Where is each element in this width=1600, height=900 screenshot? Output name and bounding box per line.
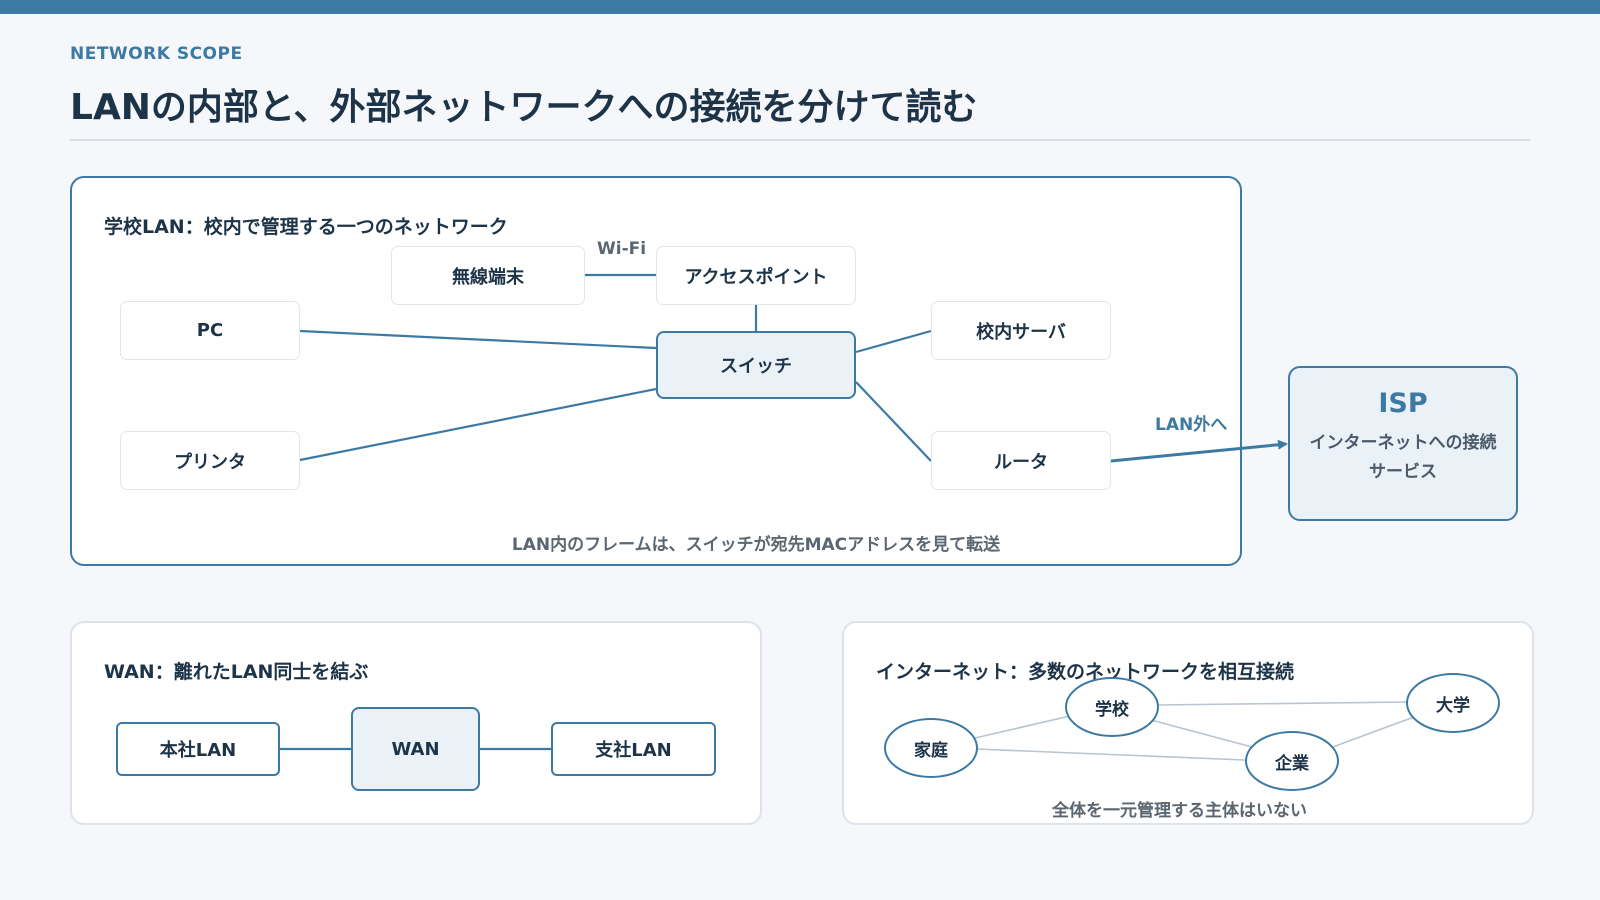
isp-description: インターネットへの接続サービス <box>1309 433 1497 482</box>
pc-switch-link <box>299 329 657 350</box>
home-school-link <box>974 715 1071 739</box>
branch-lan-node: 支社LAN <box>551 722 716 776</box>
company-university-link <box>1329 716 1415 749</box>
switch-node: スイッチ <box>656 331 856 399</box>
home-node: 家庭 <box>884 718 978 778</box>
school-server-node: 校内サーバ <box>931 301 1111 360</box>
isp-node: ISP インターネットへの接続サービス <box>1288 366 1518 521</box>
lan-out-label: LAN外へ <box>1155 415 1228 435</box>
printer-node: プリンタ <box>120 431 300 490</box>
switch-server-link <box>855 329 932 354</box>
pc-node: PC <box>120 301 300 360</box>
switch-router-link <box>855 381 932 462</box>
isp-title: ISP <box>1378 388 1428 419</box>
school-company-link <box>1150 719 1253 748</box>
printer-switch-link <box>299 387 657 462</box>
school-node: 学校 <box>1065 677 1159 737</box>
wan-node: WAN <box>351 707 480 791</box>
home-company-link <box>975 748 1246 761</box>
access-point-node: アクセスポイント <box>656 246 856 305</box>
wifi-label: Wi-Fi <box>597 239 647 259</box>
internet-caption: 全体を一元管理する主体はいない <box>1052 801 1307 821</box>
company-node: 企業 <box>1245 731 1339 791</box>
school-university-link <box>1156 701 1409 706</box>
head-office-lan-node: 本社LAN <box>116 722 280 776</box>
router-node: ルータ <box>931 431 1111 490</box>
lan-caption: LAN内のフレームは、スイッチが宛先MACアドレスを見て転送 <box>511 535 1001 555</box>
university-node: 大学 <box>1406 673 1500 733</box>
internet-title: インターネット：多数のネットワークを相互接続 <box>876 661 1295 683</box>
wan-title: WAN：離れたLAN同士を結ぶ <box>104 661 369 683</box>
router-isp-arrow <box>1110 439 1288 463</box>
wireless-device-node: 無線端末 <box>391 246 585 305</box>
